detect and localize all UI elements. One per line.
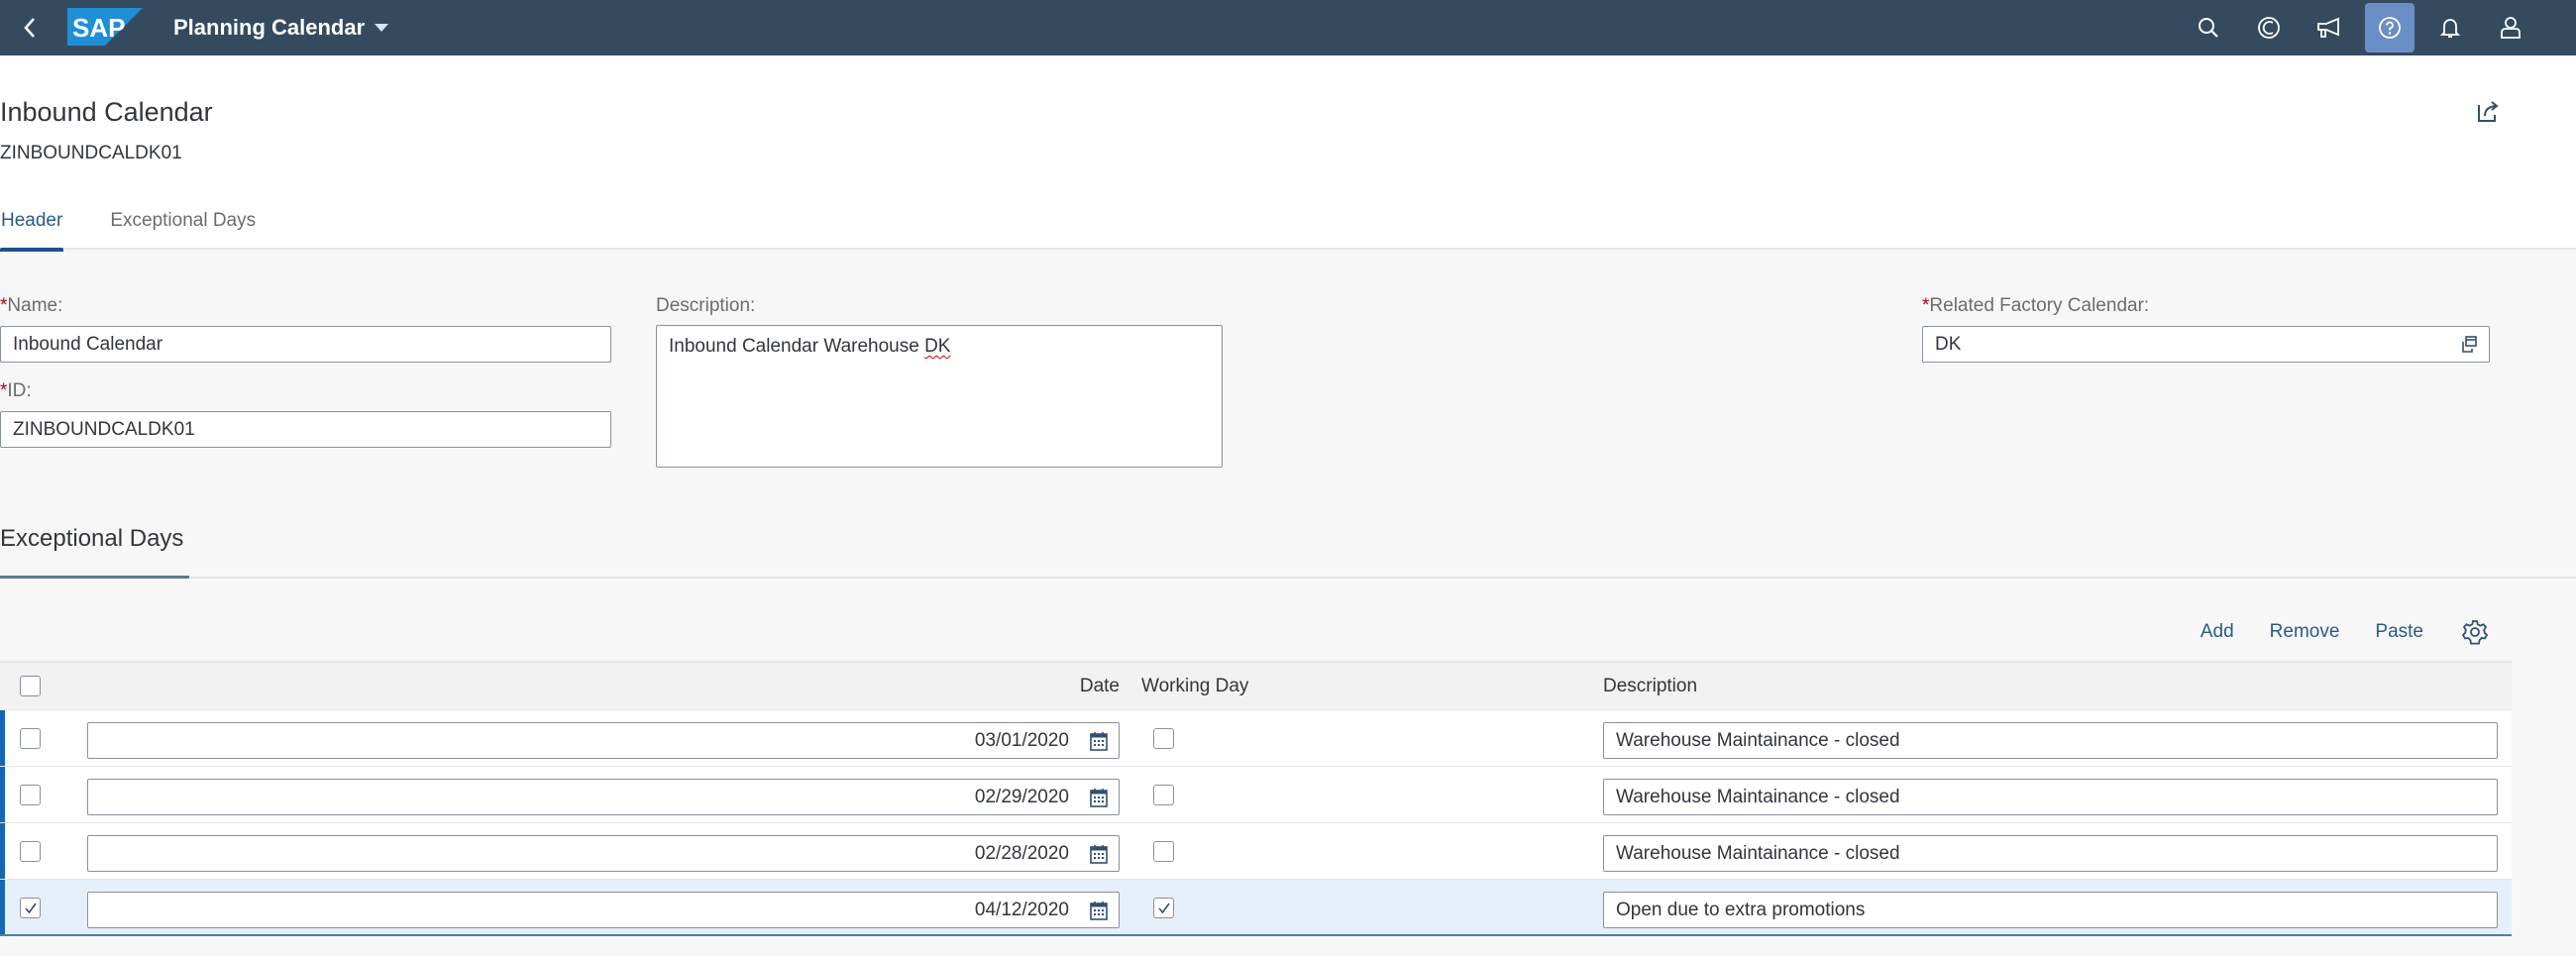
factory-calendar-label: *Related Factory Calendar: bbox=[1922, 295, 2149, 317]
row-select-checkbox[interactable] bbox=[20, 841, 41, 862]
check-icon bbox=[24, 903, 37, 913]
table-row[interactable]: 02/28/2020 Warehouse Maintainance - clos… bbox=[0, 823, 2512, 880]
row-select-checkbox[interactable] bbox=[20, 785, 41, 805]
user-icon bbox=[2501, 17, 2521, 39]
share-button[interactable] bbox=[2473, 97, 2503, 127]
search-icon bbox=[2199, 18, 2218, 38]
factory-calendar-value: DK bbox=[1935, 334, 1962, 355]
name-label: *Name: bbox=[0, 295, 62, 317]
description-label: Description: bbox=[656, 295, 756, 316]
row-select-checkbox[interactable] bbox=[20, 898, 41, 918]
app-title-menu[interactable]: Planning Calendar bbox=[173, 0, 389, 55]
caret-down-icon bbox=[375, 24, 389, 32]
table-row[interactable]: 02/29/2020 Warehouse Maintainance - clos… bbox=[0, 767, 2512, 823]
back-button[interactable] bbox=[14, 12, 46, 44]
paste-button[interactable]: Paste bbox=[2375, 621, 2423, 643]
column-header-working-day[interactable]: Working Day bbox=[1141, 663, 1248, 710]
name-input[interactable]: Inbound Calendar bbox=[0, 326, 611, 363]
working-day-checkbox[interactable] bbox=[1153, 898, 1174, 918]
date-value: 02/28/2020 bbox=[974, 843, 1069, 864]
table-toolbar: Add Remove Paste bbox=[2165, 616, 2489, 648]
copilot-button[interactable] bbox=[2244, 3, 2294, 53]
remove-button[interactable]: Remove bbox=[2270, 621, 2340, 643]
search-button[interactable] bbox=[2184, 3, 2233, 53]
select-all-checkbox[interactable] bbox=[20, 676, 41, 696]
help-icon bbox=[2379, 17, 2401, 39]
column-header-date[interactable]: Date bbox=[1080, 663, 1120, 710]
object-header: Inbound Calendar ZINBOUNDCALDK01 Header … bbox=[0, 55, 2576, 252]
object-subtitle: ZINBOUNDCALDK01 bbox=[0, 143, 182, 163]
add-button[interactable]: Add bbox=[2200, 621, 2234, 643]
factory-calendar-input[interactable]: DK bbox=[1922, 326, 2490, 363]
calendar-icon[interactable] bbox=[1089, 788, 1109, 807]
check-icon bbox=[1157, 903, 1170, 913]
date-input[interactable]: 02/29/2020 bbox=[87, 779, 1120, 815]
description-input[interactable]: Warehouse Maintainance - closed bbox=[1603, 835, 2498, 872]
id-label-text: ID: bbox=[7, 380, 32, 401]
id-label: *ID: bbox=[0, 380, 32, 402]
notifications-button[interactable] bbox=[2425, 3, 2475, 53]
description-input[interactable]: Warehouse Maintainance - closed bbox=[1603, 779, 2498, 815]
section-title-exceptional-days: Exceptional Days bbox=[0, 525, 184, 552]
megaphone-icon bbox=[2317, 17, 2339, 38]
calendar-icon[interactable] bbox=[1089, 731, 1109, 751]
notifications-feed-button[interactable] bbox=[2305, 3, 2354, 53]
share-icon bbox=[2478, 101, 2499, 122]
exceptional-days-table: Date Working Day Description 03/01/2020 … bbox=[0, 661, 2512, 936]
working-day-checkbox[interactable] bbox=[1153, 841, 1174, 862]
sap-logo[interactable]: SAP bbox=[67, 8, 143, 46]
name-label-text: Name: bbox=[7, 295, 63, 316]
date-input[interactable]: 03/01/2020 bbox=[87, 722, 1120, 759]
section-divider bbox=[0, 577, 2576, 579]
date-value: 02/29/2020 bbox=[974, 787, 1069, 807]
table-row[interactable]: 04/12/2020 Open due to extra promotions bbox=[0, 880, 2512, 936]
factory-calendar-label-text: Related Factory Calendar: bbox=[1929, 295, 2150, 316]
value-help-icon[interactable] bbox=[2459, 335, 2479, 355]
bell-icon bbox=[2439, 19, 2461, 38]
object-title: Inbound Calendar bbox=[0, 97, 213, 127]
sap-logo-text: SAP bbox=[72, 13, 125, 43]
shell-bar: SAP Planning Calendar bbox=[0, 0, 2576, 55]
date-value: 03/01/2020 bbox=[974, 730, 1069, 751]
date-value: 04/12/2020 bbox=[974, 900, 1069, 920]
copilot-icon bbox=[2258, 17, 2280, 39]
working-day-checkbox[interactable] bbox=[1153, 728, 1174, 749]
table-body: 03/01/2020 Warehouse Maintainance - clos… bbox=[0, 710, 2512, 936]
table-row[interactable]: 03/01/2020 Warehouse Maintainance - clos… bbox=[0, 710, 2512, 767]
settings-gear-icon[interactable] bbox=[2461, 618, 2489, 646]
working-day-checkbox[interactable] bbox=[1153, 785, 1174, 805]
date-input[interactable]: 04/12/2020 bbox=[87, 892, 1120, 928]
description-spellcheck-word: DK bbox=[924, 336, 951, 357]
calendar-icon[interactable] bbox=[1089, 901, 1109, 920]
section-active-indicator bbox=[0, 576, 189, 579]
calendar-icon[interactable] bbox=[1089, 844, 1109, 864]
help-button[interactable] bbox=[2365, 3, 2415, 53]
tab-bar: Header Exceptional Days bbox=[0, 204, 296, 252]
user-menu-button[interactable] bbox=[2486, 3, 2535, 53]
row-select-checkbox[interactable] bbox=[20, 728, 41, 749]
tab-header[interactable]: Header bbox=[0, 204, 64, 252]
column-header-description[interactable]: Description bbox=[1603, 663, 1697, 710]
app-title: Planning Calendar bbox=[173, 15, 366, 40]
description-text: Inbound Calendar Warehouse bbox=[669, 336, 925, 357]
id-input[interactable]: ZINBOUNDCALDK01 bbox=[0, 411, 611, 448]
description-textarea[interactable]: Inbound Calendar Warehouse DK bbox=[656, 325, 1223, 468]
tab-exceptional-days[interactable]: Exceptional Days bbox=[109, 204, 257, 250]
date-input[interactable]: 02/28/2020 bbox=[87, 835, 1120, 872]
description-input[interactable]: Open due to extra promotions bbox=[1603, 892, 2498, 928]
table-header: Date Working Day Description bbox=[0, 661, 2512, 710]
back-icon bbox=[24, 18, 35, 38]
description-input[interactable]: Warehouse Maintainance - closed bbox=[1603, 722, 2498, 759]
